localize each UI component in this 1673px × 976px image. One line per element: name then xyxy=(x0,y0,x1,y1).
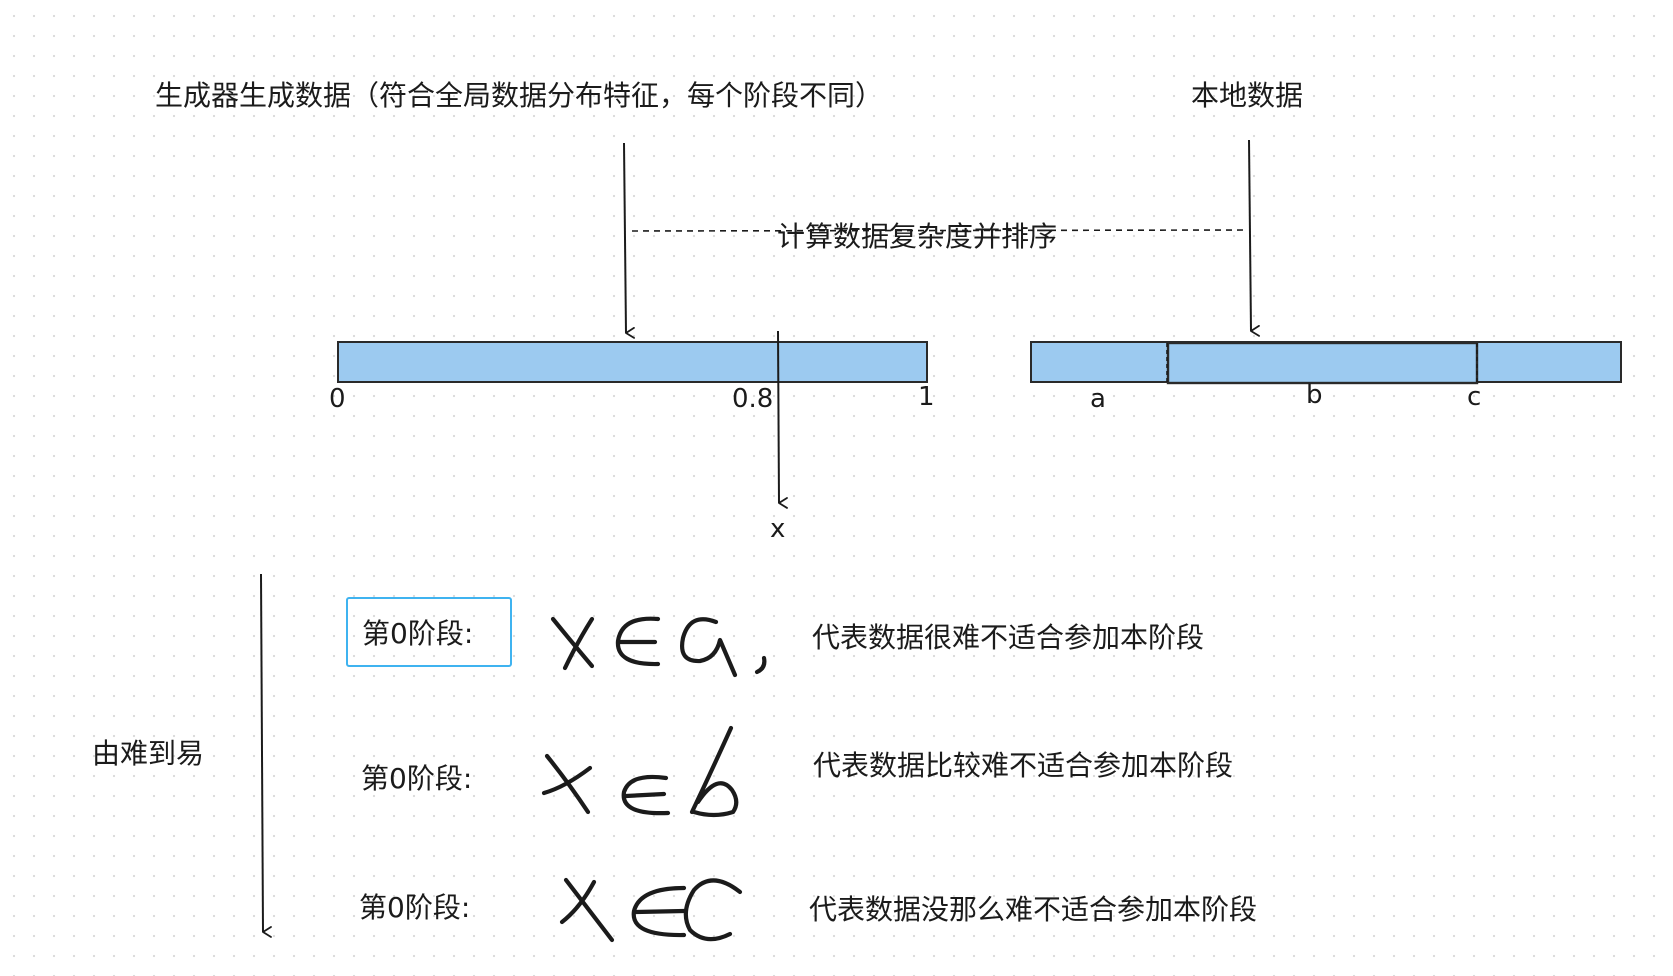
diagram-canvas xyxy=(260,139,1622,938)
local-data-label: 本地数据 xyxy=(1191,79,1304,112)
generated-data-bar xyxy=(337,341,928,383)
local-data-arrow xyxy=(1248,139,1260,337)
tick-0: 0 xyxy=(329,384,346,414)
difficulty-label: 由难到易 xyxy=(92,737,205,770)
tick-0-8: 0.8 xyxy=(732,384,774,414)
stage-description-1: 代表数据很难不适合参加本阶段 xyxy=(812,621,1205,654)
stage-description-2: 代表数据比较难不适合参加本阶段 xyxy=(813,749,1234,782)
tick-b: b xyxy=(1306,380,1323,410)
difficulty-arrow xyxy=(260,573,272,938)
tick-1: 1 xyxy=(918,382,935,412)
stage-label-3: 第0阶段: xyxy=(359,891,471,924)
tick-c: c xyxy=(1467,382,1482,412)
generator-label: 生成器生成数据（符合全局数据分布特征，每个阶段不同） xyxy=(155,79,884,112)
stage-label-2: 第0阶段: xyxy=(361,762,473,795)
stage-description-3: 代表数据没那么难不适合参加本阶段 xyxy=(809,893,1258,926)
threshold-variable: x xyxy=(770,514,786,544)
generator-arrow xyxy=(623,142,635,339)
tick-a: a xyxy=(1090,384,1106,414)
threshold-arrow xyxy=(777,330,788,509)
stage-label-1: 第0阶段: xyxy=(362,617,474,650)
local-data-segment-b xyxy=(1166,341,1479,385)
compute-complexity-label: 计算数据复杂度并排序 xyxy=(777,220,1058,253)
